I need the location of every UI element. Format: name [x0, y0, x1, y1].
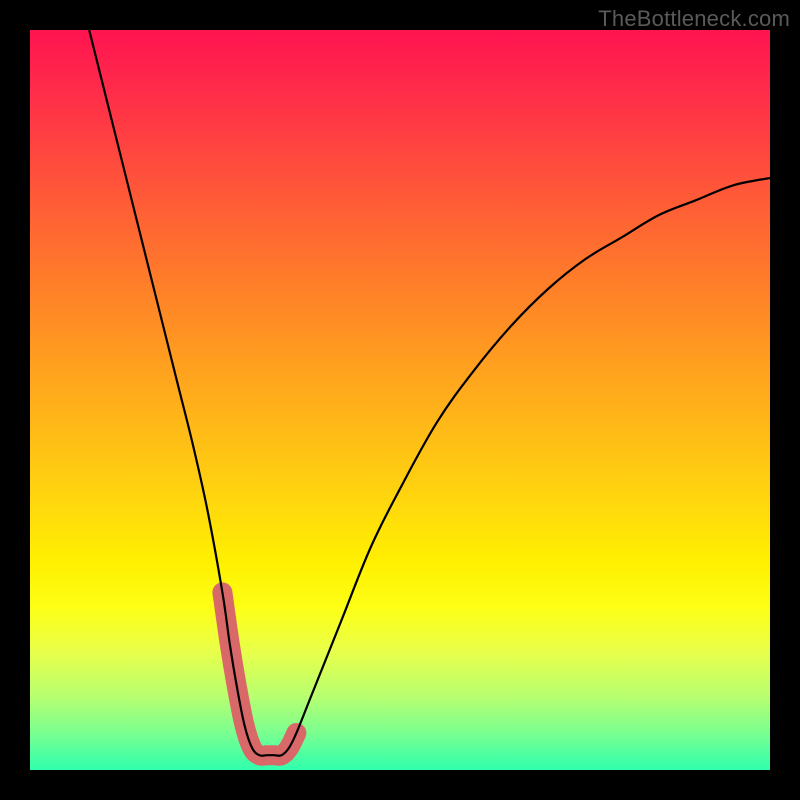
- chart-highlight-band: [222, 592, 296, 755]
- chart-plot-area: [30, 30, 770, 770]
- watermark-text: TheBottleneck.com: [598, 6, 790, 32]
- chart-svg: [30, 30, 770, 770]
- chart-curve: [89, 30, 770, 756]
